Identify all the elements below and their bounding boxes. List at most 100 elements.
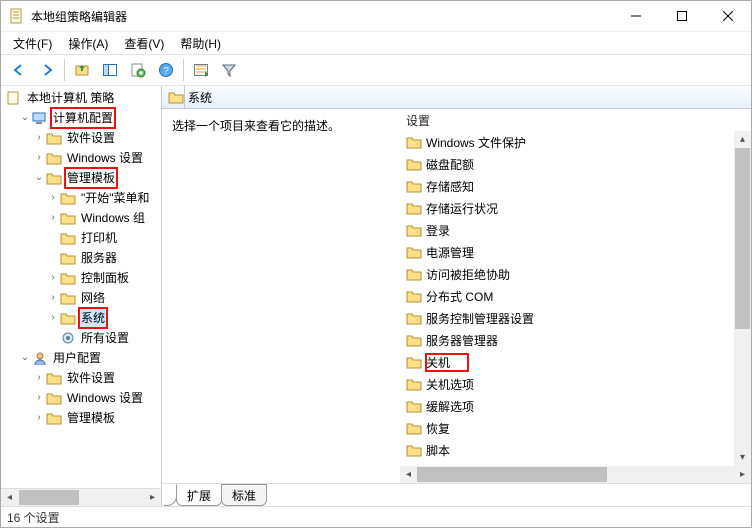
- tree-admin-templates[interactable]: ⌄管理模板: [5, 168, 161, 188]
- window-buttons: [613, 1, 751, 31]
- tree-item[interactable]: 所有设置: [5, 328, 161, 348]
- list-item[interactable]: 访问被拒绝协助: [400, 263, 734, 285]
- twisty-open-icon[interactable]: ⌄: [33, 168, 45, 188]
- tree-item[interactable]: ›Windows 设置: [5, 148, 161, 168]
- twisty-open-icon[interactable]: ⌄: [19, 108, 31, 128]
- twisty-closed-icon[interactable]: ›: [47, 208, 59, 228]
- list-item[interactable]: 电源管理: [400, 241, 734, 263]
- tree-label: 打印机: [79, 228, 119, 248]
- show-hide-tree-button[interactable]: [97, 57, 123, 83]
- tree-item[interactable]: ›软件设置: [5, 128, 161, 148]
- list-item[interactable]: 服务器管理器: [400, 329, 734, 351]
- user-icon: [32, 351, 48, 365]
- list-item[interactable]: 分布式 COM: [400, 285, 734, 307]
- tab-standard[interactable]: 标准: [221, 484, 267, 506]
- twisty-closed-icon[interactable]: ›: [47, 268, 59, 288]
- tree-item[interactable]: ›控制面板: [5, 268, 161, 288]
- scroll-track[interactable]: [417, 466, 734, 483]
- menu-help[interactable]: 帮助(H): [172, 33, 229, 54]
- list-item[interactable]: 关机选项: [400, 373, 734, 395]
- column-label: 设置: [406, 112, 430, 129]
- tree-item[interactable]: › 管理模板: [5, 408, 161, 428]
- twisty-open-icon[interactable]: ⌄: [19, 348, 31, 368]
- twisty-closed-icon[interactable]: ›: [47, 288, 59, 308]
- scroll-track[interactable]: [80, 489, 144, 506]
- filter-button[interactable]: [216, 57, 242, 83]
- list-item[interactable]: 恢复: [400, 417, 734, 439]
- twisty-closed-icon[interactable]: ›: [47, 188, 59, 208]
- menu-view[interactable]: 查看(V): [116, 33, 172, 54]
- list-item[interactable]: 脚本: [400, 439, 734, 461]
- tree-system[interactable]: › 系统: [5, 308, 161, 328]
- filter-options-button[interactable]: [188, 57, 214, 83]
- list-hscrollbar[interactable]: ◂ ▸: [400, 466, 751, 483]
- properties-button[interactable]: [125, 57, 151, 83]
- scroll-right-icon[interactable]: ▸: [144, 489, 161, 506]
- folder-icon: [46, 171, 62, 185]
- tab-extended[interactable]: 扩展: [176, 484, 222, 506]
- tree-hscrollbar[interactable]: ◂ ▸: [1, 488, 161, 506]
- up-button[interactable]: [69, 57, 95, 83]
- tree-item[interactable]: ›Windows 设置: [5, 388, 161, 408]
- menu-file[interactable]: 文件(F): [5, 33, 60, 54]
- tree-computer-config[interactable]: ⌄计算机配置: [5, 108, 161, 128]
- titlebar: 本地组策略编辑器: [1, 1, 751, 31]
- scroll-thumb[interactable]: [417, 467, 607, 482]
- list-item[interactable]: 关机: [400, 351, 734, 373]
- list-item[interactable]: 磁盘配额: [400, 153, 734, 175]
- tree-item[interactable]: ›软件设置: [5, 368, 161, 388]
- list-vscrollbar[interactable]: ▴ ▾: [734, 131, 751, 466]
- scroll-down-icon[interactable]: ▾: [734, 449, 751, 466]
- menu-action[interactable]: 操作(A): [60, 33, 116, 54]
- list-item[interactable]: Windows 文件保护: [400, 131, 734, 153]
- tree-item[interactable]: ›"开始"菜单和: [5, 188, 161, 208]
- folder-icon: [46, 151, 62, 165]
- twisty-closed-icon[interactable]: ›: [33, 408, 45, 428]
- tree-item[interactable]: ›Windows 组: [5, 208, 161, 228]
- tree[interactable]: 本地计算机 策略 ⌄计算机配置 ›软件设置 ›Windows 设置 ⌄管理模板 …: [1, 86, 161, 488]
- scroll-right-icon[interactable]: ▸: [734, 466, 751, 483]
- content-pane: 系统 选择一个项目来查看它的描述。 设置 Windows 文件保护磁盘配额存储感…: [162, 86, 751, 506]
- back-button[interactable]: [6, 57, 32, 83]
- content-body: 选择一个项目来查看它的描述。 设置 Windows 文件保护磁盘配额存储感知存储…: [162, 109, 751, 484]
- twisty-closed-icon[interactable]: ›: [33, 128, 45, 148]
- scroll-left-icon[interactable]: ◂: [400, 466, 417, 483]
- tree-root[interactable]: 本地计算机 策略: [5, 88, 161, 108]
- close-button[interactable]: [705, 1, 751, 31]
- body: 本地计算机 策略 ⌄计算机配置 ›软件设置 ›Windows 设置 ⌄管理模板 …: [1, 86, 751, 506]
- list-item[interactable]: 存储运行状况: [400, 197, 734, 219]
- list-item[interactable]: 服务控制管理器设置: [400, 307, 734, 329]
- twisty-closed-icon[interactable]: ›: [33, 148, 45, 168]
- tab-label: 扩展: [187, 487, 211, 504]
- tree-label: 系统: [79, 308, 107, 328]
- scroll-thumb[interactable]: [19, 490, 79, 505]
- tree-item[interactable]: 打印机: [5, 228, 161, 248]
- tree-user-config[interactable]: ⌄ 用户配置: [5, 348, 161, 368]
- forward-button[interactable]: [34, 57, 60, 83]
- twisty-closed-icon[interactable]: ›: [33, 388, 45, 408]
- list-item[interactable]: 存储感知: [400, 175, 734, 197]
- tree-item[interactable]: ›网络: [5, 288, 161, 308]
- tree-label: 用户配置: [51, 348, 103, 368]
- twisty-closed-icon[interactable]: ›: [47, 308, 59, 328]
- list-item[interactable]: 缓解选项: [400, 395, 734, 417]
- scroll-track[interactable]: [734, 148, 751, 449]
- folder-icon: [406, 179, 422, 193]
- scroll-left-icon[interactable]: ◂: [1, 489, 18, 506]
- list-item-label: 访问被拒绝协助: [426, 266, 510, 283]
- maximize-button[interactable]: [659, 1, 705, 31]
- minimize-button[interactable]: [613, 1, 659, 31]
- tree-label: 管理模板: [65, 408, 117, 428]
- list-rows[interactable]: Windows 文件保护磁盘配额存储感知存储运行状况登录电源管理访问被拒绝协助分…: [400, 131, 734, 466]
- list-item-label: 电源管理: [426, 244, 474, 261]
- scroll-up-icon[interactable]: ▴: [734, 131, 751, 148]
- help-button[interactable]: ?: [153, 57, 179, 83]
- tree-item[interactable]: 服务器: [5, 248, 161, 268]
- column-header-setting[interactable]: 设置: [400, 109, 751, 131]
- content-title: 系统: [188, 89, 212, 106]
- scroll-thumb[interactable]: [735, 148, 750, 329]
- list-body: Windows 文件保护磁盘配额存储感知存储运行状况登录电源管理访问被拒绝协助分…: [400, 131, 751, 483]
- twisty-closed-icon[interactable]: ›: [33, 368, 45, 388]
- list-item[interactable]: 登录: [400, 219, 734, 241]
- folder-icon: [406, 245, 422, 259]
